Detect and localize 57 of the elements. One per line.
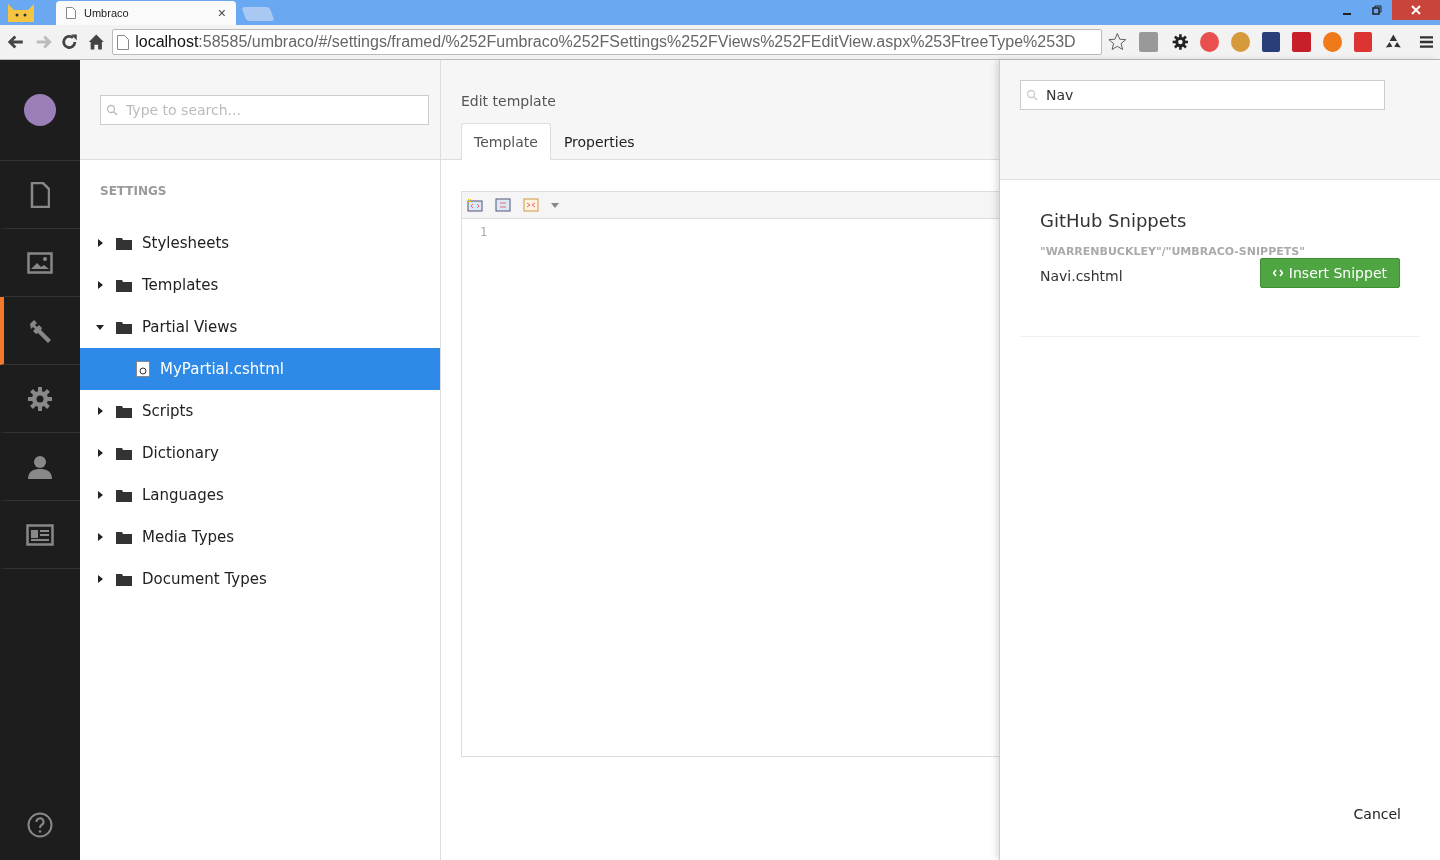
tree-item[interactable]: Stylesheets	[80, 222, 440, 264]
gear-icon[interactable]	[1171, 33, 1189, 51]
wrench-icon	[27, 317, 53, 344]
repository-name: "WARRENBUCKLEY"/"UMBRACO-SNIPPETS"	[1040, 245, 1306, 258]
panel-title: GitHub Snippets	[1040, 210, 1188, 231]
help-icon[interactable]	[27, 812, 53, 838]
extension-icon[interactable]	[1138, 32, 1158, 52]
code-icon	[1272, 269, 1283, 277]
tree-item[interactable]: Partial Views	[80, 306, 440, 348]
search-icon	[1026, 89, 1038, 101]
id-card-icon	[26, 523, 54, 546]
extension-icon[interactable]	[1200, 32, 1219, 52]
line-number: 1	[480, 225, 489, 239]
folder-icon	[116, 404, 132, 418]
minimize-icon	[1343, 13, 1351, 15]
tab-close-button[interactable]: ×	[217, 5, 226, 21]
folder-icon	[116, 278, 132, 292]
restore-icon	[1372, 5, 1382, 15]
tree-item[interactable]: Media Types	[80, 516, 440, 558]
document-icon	[30, 181, 50, 208]
image-icon	[27, 251, 53, 274]
snippet-name: Navi.cshtml	[1040, 268, 1123, 284]
close-button[interactable]	[1392, 0, 1440, 20]
tree-item[interactable]: Document Types	[80, 558, 440, 600]
browser-tab[interactable]: Umbraco ×	[56, 1, 236, 25]
tree-item[interactable]: MyPartial.cshtml	[80, 348, 440, 390]
folder-icon	[116, 446, 132, 460]
address-bar[interactable]: localhost:58585/umbraco/#/settings/framed/%252Fumbraco%252FSettings%252FViews%252FEditView.aspx%253FtreeType%253D	[112, 29, 1103, 55]
tab[interactable]: Template	[461, 123, 551, 160]
close-icon	[1411, 5, 1421, 15]
gear-icon	[27, 385, 53, 412]
tree-item[interactable]: Templates	[80, 264, 440, 306]
dropdown-caret-icon[interactable]	[551, 202, 559, 208]
page-icon	[66, 7, 76, 19]
tree-item[interactable]: Dictionary	[80, 432, 440, 474]
tree-item[interactable]: Scripts	[80, 390, 440, 432]
search-field[interactable]: Nav	[1020, 80, 1385, 110]
tab[interactable]: Properties	[550, 123, 648, 160]
folder-icon	[116, 488, 132, 502]
insert-code-icon[interactable]	[467, 198, 483, 212]
page-icon	[117, 34, 130, 50]
search-field[interactable]: Type to search...	[100, 94, 429, 125]
folder-icon	[116, 236, 132, 250]
extension-icon[interactable]	[1353, 32, 1373, 52]
section-heading: SETTINGS	[99, 183, 168, 200]
file-icon	[136, 361, 150, 377]
folder-icon	[116, 572, 132, 586]
menu-icon[interactable]	[1419, 35, 1434, 49]
cancel-button[interactable]: Cancel	[1347, 805, 1407, 823]
tree-item[interactable]: Languages	[80, 474, 440, 516]
person-icon	[27, 453, 53, 480]
avatar[interactable]	[24, 94, 56, 126]
page-title: Edit template	[461, 93, 557, 109]
folder-icon	[116, 320, 132, 334]
search-icon	[106, 103, 118, 116]
star-icon[interactable]	[1108, 32, 1127, 52]
folder-icon	[116, 530, 132, 544]
